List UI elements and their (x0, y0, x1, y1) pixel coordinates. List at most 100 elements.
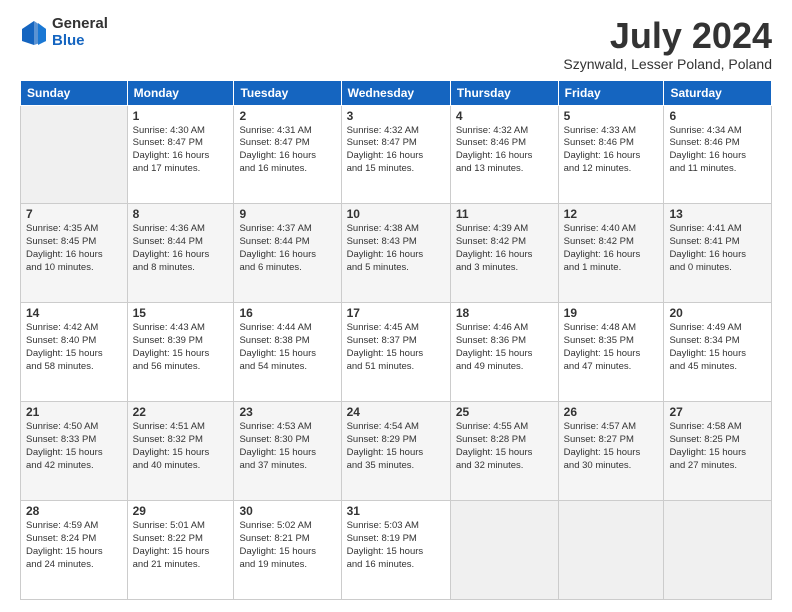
day-number: 28 (26, 504, 122, 518)
day-number: 12 (564, 207, 659, 221)
day-number: 19 (564, 306, 659, 320)
month-title: July 2024 (563, 16, 772, 56)
day-number: 6 (669, 109, 766, 123)
table-row: 11 Sunrise: 4:39 AM Sunset: 8:42 PM Dayli… (450, 204, 558, 303)
day-number: 22 (133, 405, 229, 419)
table-row: 10 Sunrise: 4:38 AM Sunset: 8:43 PM Dayli… (341, 204, 450, 303)
week-row-1: 1Sunrise: 4:30 AM Sunset: 8:47 PM Daylig… (21, 105, 772, 204)
table-row: 23 Sunrise: 4:53 AM Sunset: 8:30 PM Dayli… (234, 402, 341, 501)
day-number: 18 (456, 306, 553, 320)
day-number: 15 (133, 306, 229, 320)
table-row: 31 Sunrise: 5:03 AM Sunset: 8:19 PM Dayli… (341, 501, 450, 600)
day-info: Sunrise: 4:44 AM Sunset: 8:38 PM Dayligh… (239, 322, 335, 373)
table-row: 12 Sunrise: 4:40 AM Sunset: 8:42 PM Dayli… (558, 204, 664, 303)
col-tuesday: Tuesday (234, 80, 341, 105)
col-sunday: Sunday (21, 80, 128, 105)
day-info: Sunrise: 4:35 AM Sunset: 8:45 PM Dayligh… (26, 223, 122, 274)
logo-icon (20, 19, 48, 47)
day-info: Sunrise: 5:01 AM Sunset: 8:22 PM Dayligh… (133, 520, 229, 571)
day-number: 30 (239, 504, 335, 518)
day-number: 23 (239, 405, 335, 419)
day-number: 2 (239, 109, 335, 123)
day-info: Sunrise: 4:57 AM Sunset: 8:27 PM Dayligh… (564, 421, 659, 472)
table-row: 3 Sunrise: 4:32 AM Sunset: 8:47 PM Daylig… (341, 105, 450, 204)
logo-text: General Blue (52, 16, 108, 49)
header-row: Sunday Monday Tuesday Wednesday Thursday… (21, 80, 772, 105)
table-row: 29 Sunrise: 5:01 AM Sunset: 8:22 PM Dayli… (127, 501, 234, 600)
page: General Blue July 2024 Szynwald, Lesser … (0, 0, 792, 612)
day-number: 29 (133, 504, 229, 518)
day-info: Sunrise: 4:36 AM Sunset: 8:44 PM Dayligh… (133, 223, 229, 274)
table-row: 19Sunrise: 4:48 AM Sunset: 8:35 PM Dayli… (558, 303, 664, 402)
day-number: 31 (347, 504, 445, 518)
day-info: Sunrise: 4:34 AM Sunset: 8:46 PM Dayligh… (669, 125, 766, 176)
table-row: 26Sunrise: 4:57 AM Sunset: 8:27 PM Dayli… (558, 402, 664, 501)
table-row: 27Sunrise: 4:58 AM Sunset: 8:25 PM Dayli… (664, 402, 772, 501)
day-number: 4 (456, 109, 553, 123)
day-number: 10 (347, 207, 445, 221)
col-thursday: Thursday (450, 80, 558, 105)
col-saturday: Saturday (664, 80, 772, 105)
week-row-4: 21Sunrise: 4:50 AM Sunset: 8:33 PM Dayli… (21, 402, 772, 501)
table-row: 18Sunrise: 4:46 AM Sunset: 8:36 PM Dayli… (450, 303, 558, 402)
col-monday: Monday (127, 80, 234, 105)
table-row: 13Sunrise: 4:41 AM Sunset: 8:41 PM Dayli… (664, 204, 772, 303)
week-row-3: 14 Sunrise: 4:42 AM Sunset: 8:40 PM Dayli… (21, 303, 772, 402)
day-number: 7 (26, 207, 122, 221)
table-row: 14 Sunrise: 4:42 AM Sunset: 8:40 PM Dayli… (21, 303, 128, 402)
table-row: 22Sunrise: 4:51 AM Sunset: 8:32 PM Dayli… (127, 402, 234, 501)
col-wednesday: Wednesday (341, 80, 450, 105)
table-row: 15 Sunrise: 4:43 AM Sunset: 8:39 PM Dayli… (127, 303, 234, 402)
table-row: 4Sunrise: 4:32 AM Sunset: 8:46 PM Daylig… (450, 105, 558, 204)
table-row: 25 Sunrise: 4:55 AM Sunset: 8:28 PM Dayli… (450, 402, 558, 501)
col-friday: Friday (558, 80, 664, 105)
day-info: Sunrise: 5:03 AM Sunset: 8:19 PM Dayligh… (347, 520, 445, 571)
day-number: 5 (564, 109, 659, 123)
day-number: 11 (456, 207, 553, 221)
day-number: 25 (456, 405, 553, 419)
day-number: 24 (347, 405, 445, 419)
day-number: 20 (669, 306, 766, 320)
day-info: Sunrise: 4:40 AM Sunset: 8:42 PM Dayligh… (564, 223, 659, 274)
title-area: July 2024 Szynwald, Lesser Poland, Polan… (563, 16, 772, 72)
day-info: Sunrise: 4:45 AM Sunset: 8:37 PM Dayligh… (347, 322, 445, 373)
logo-blue: Blue (52, 33, 108, 50)
header: General Blue July 2024 Szynwald, Lesser … (20, 16, 772, 72)
table-row: 20 Sunrise: 4:49 AM Sunset: 8:34 PM Dayli… (664, 303, 772, 402)
table-row: 5 Sunrise: 4:33 AM Sunset: 8:46 PM Daylig… (558, 105, 664, 204)
day-number: 3 (347, 109, 445, 123)
location: Szynwald, Lesser Poland, Poland (563, 56, 772, 72)
table-row (664, 501, 772, 600)
day-info: Sunrise: 4:49 AM Sunset: 8:34 PM Dayligh… (669, 322, 766, 373)
day-info: Sunrise: 4:38 AM Sunset: 8:43 PM Dayligh… (347, 223, 445, 274)
logo: General Blue (20, 16, 108, 49)
table-row: 2Sunrise: 4:31 AM Sunset: 8:47 PM Daylig… (234, 105, 341, 204)
day-info: Sunrise: 4:37 AM Sunset: 8:44 PM Dayligh… (239, 223, 335, 274)
day-info: Sunrise: 4:32 AM Sunset: 8:47 PM Dayligh… (347, 125, 445, 176)
day-info: Sunrise: 5:02 AM Sunset: 8:21 PM Dayligh… (239, 520, 335, 571)
table-row: 17 Sunrise: 4:45 AM Sunset: 8:37 PM Dayli… (341, 303, 450, 402)
table-row: 1Sunrise: 4:30 AM Sunset: 8:47 PM Daylig… (127, 105, 234, 204)
day-info: Sunrise: 4:59 AM Sunset: 8:24 PM Dayligh… (26, 520, 122, 571)
table-row (21, 105, 128, 204)
table-row (450, 501, 558, 600)
day-info: Sunrise: 4:41 AM Sunset: 8:41 PM Dayligh… (669, 223, 766, 274)
table-row: 7 Sunrise: 4:35 AM Sunset: 8:45 PM Daylig… (21, 204, 128, 303)
day-number: 16 (239, 306, 335, 320)
table-row: 8 Sunrise: 4:36 AM Sunset: 8:44 PM Daylig… (127, 204, 234, 303)
day-info: Sunrise: 4:42 AM Sunset: 8:40 PM Dayligh… (26, 322, 122, 373)
day-info: Sunrise: 4:53 AM Sunset: 8:30 PM Dayligh… (239, 421, 335, 472)
day-info: Sunrise: 4:39 AM Sunset: 8:42 PM Dayligh… (456, 223, 553, 274)
day-number: 21 (26, 405, 122, 419)
day-info: Sunrise: 4:43 AM Sunset: 8:39 PM Dayligh… (133, 322, 229, 373)
day-number: 8 (133, 207, 229, 221)
calendar: Sunday Monday Tuesday Wednesday Thursday… (20, 80, 772, 600)
table-row: 28 Sunrise: 4:59 AM Sunset: 8:24 PM Dayli… (21, 501, 128, 600)
day-number: 14 (26, 306, 122, 320)
day-info: Sunrise: 4:33 AM Sunset: 8:46 PM Dayligh… (564, 125, 659, 176)
day-info: Sunrise: 4:55 AM Sunset: 8:28 PM Dayligh… (456, 421, 553, 472)
day-info: Sunrise: 4:54 AM Sunset: 8:29 PM Dayligh… (347, 421, 445, 472)
table-row: 30 Sunrise: 5:02 AM Sunset: 8:21 PM Dayli… (234, 501, 341, 600)
table-row: 24 Sunrise: 4:54 AM Sunset: 8:29 PM Dayli… (341, 402, 450, 501)
day-number: 17 (347, 306, 445, 320)
